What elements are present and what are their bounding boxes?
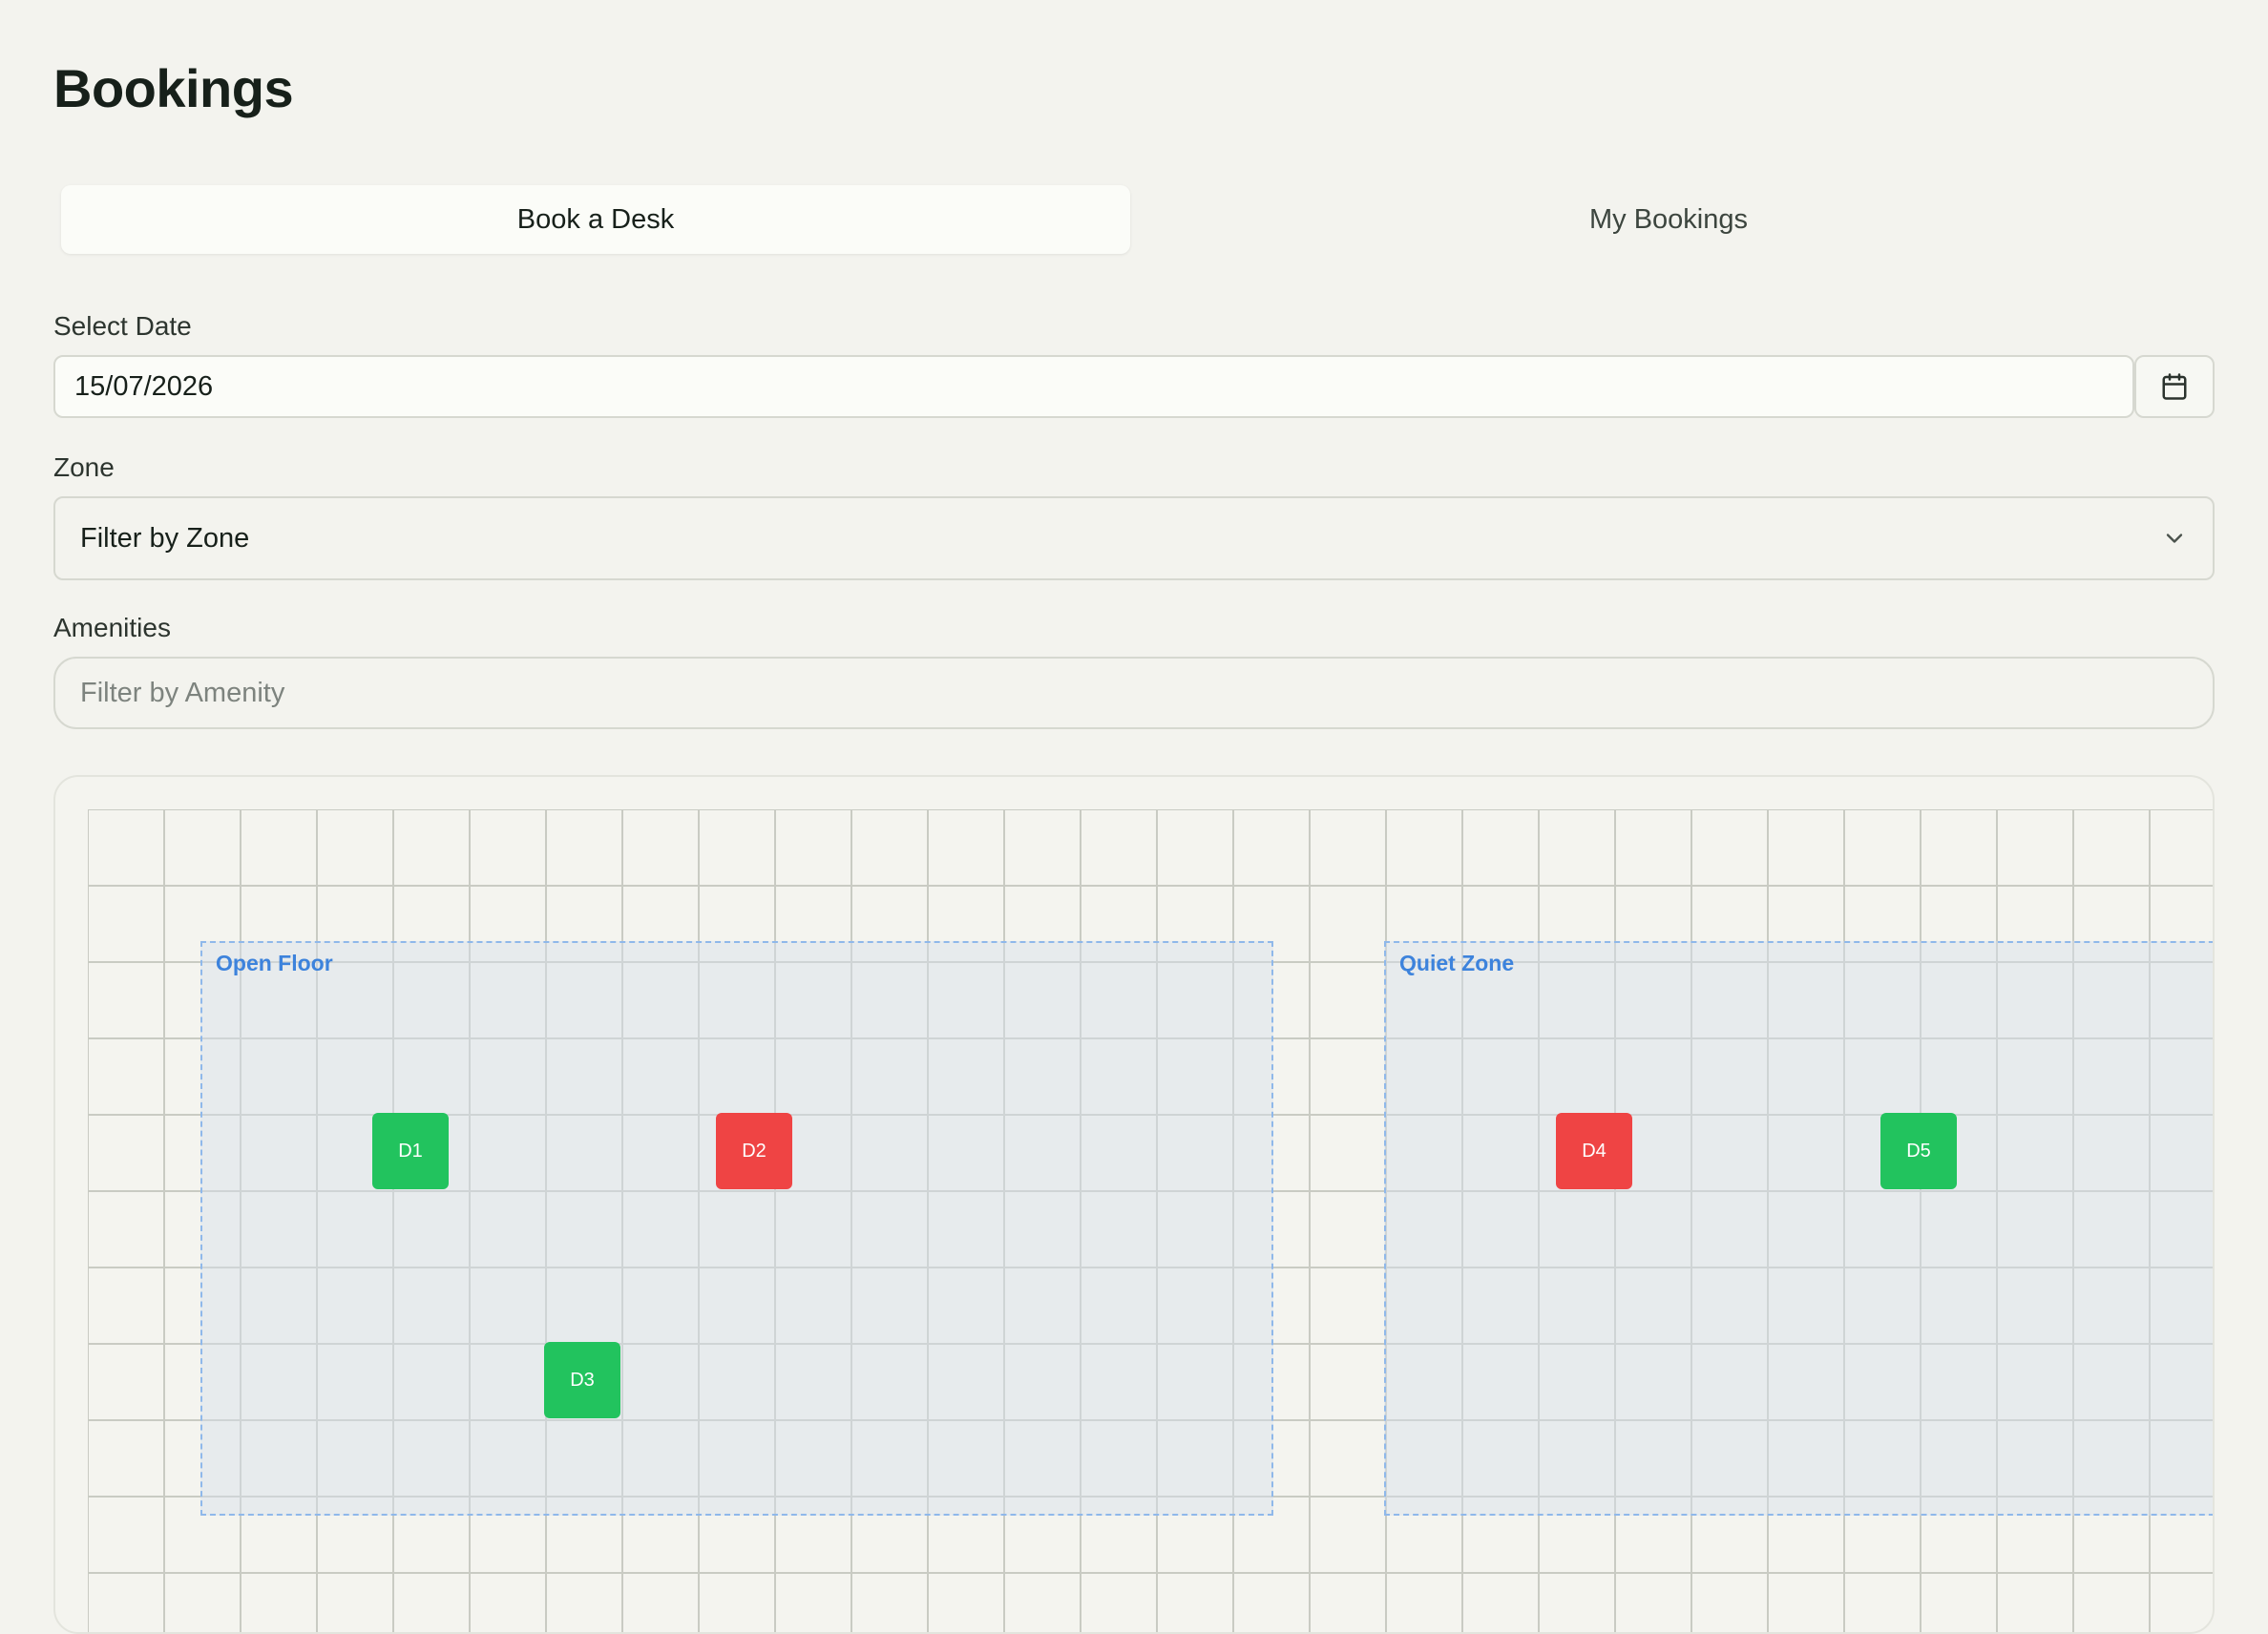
- date-value: 15/07/2026: [74, 370, 214, 402]
- desk-label: D4: [1582, 1140, 1606, 1162]
- desk-label: D2: [742, 1140, 766, 1162]
- zone-select[interactable]: Filter by Zone: [53, 496, 2215, 580]
- zone-open-floor[interactable]: Open Floor: [200, 941, 1273, 1516]
- chevron-down-icon: [2161, 525, 2188, 552]
- amenity-placeholder: Filter by Amenity: [80, 677, 285, 708]
- desk-d1[interactable]: D1: [372, 1113, 449, 1189]
- zone-label-open-floor: Open Floor: [216, 951, 333, 975]
- calendar-icon: [2160, 372, 2189, 401]
- select-date-label: Select Date: [53, 311, 192, 341]
- calendar-button[interactable]: [2134, 355, 2215, 418]
- desk-label: D1: [398, 1140, 423, 1162]
- desk-label: D5: [1906, 1140, 1931, 1162]
- tab-my-bookings[interactable]: My Bookings: [1134, 185, 2203, 254]
- zone-quiet-zone[interactable]: Quiet Zone: [1384, 941, 2213, 1516]
- desk-d3[interactable]: D3: [544, 1342, 620, 1418]
- tab-book-a-desk[interactable]: Book a Desk: [61, 185, 1130, 254]
- floor-map: Open Floor Quiet Zone D1 D2 D3 D4 D5: [53, 775, 2215, 1634]
- booking-tabs: Book a Desk My Bookings: [53, 179, 2215, 262]
- amenities-label: Amenities: [53, 613, 171, 642]
- bookings-page: Bookings Book a Desk My Bookings Select …: [0, 0, 2268, 1634]
- date-input[interactable]: 15/07/2026: [53, 355, 2134, 418]
- desk-d5[interactable]: D5: [1880, 1113, 1957, 1189]
- amenity-filter-input[interactable]: Filter by Amenity: [53, 657, 2215, 729]
- zone-select-value: Filter by Zone: [80, 522, 250, 554]
- desk-d4[interactable]: D4: [1556, 1113, 1632, 1189]
- desk-d2[interactable]: D2: [716, 1113, 792, 1189]
- page-title: Bookings: [53, 58, 294, 118]
- zone-label: Zone: [53, 452, 115, 482]
- zone-label-quiet-zone: Quiet Zone: [1399, 951, 1515, 975]
- desk-label: D3: [570, 1369, 595, 1391]
